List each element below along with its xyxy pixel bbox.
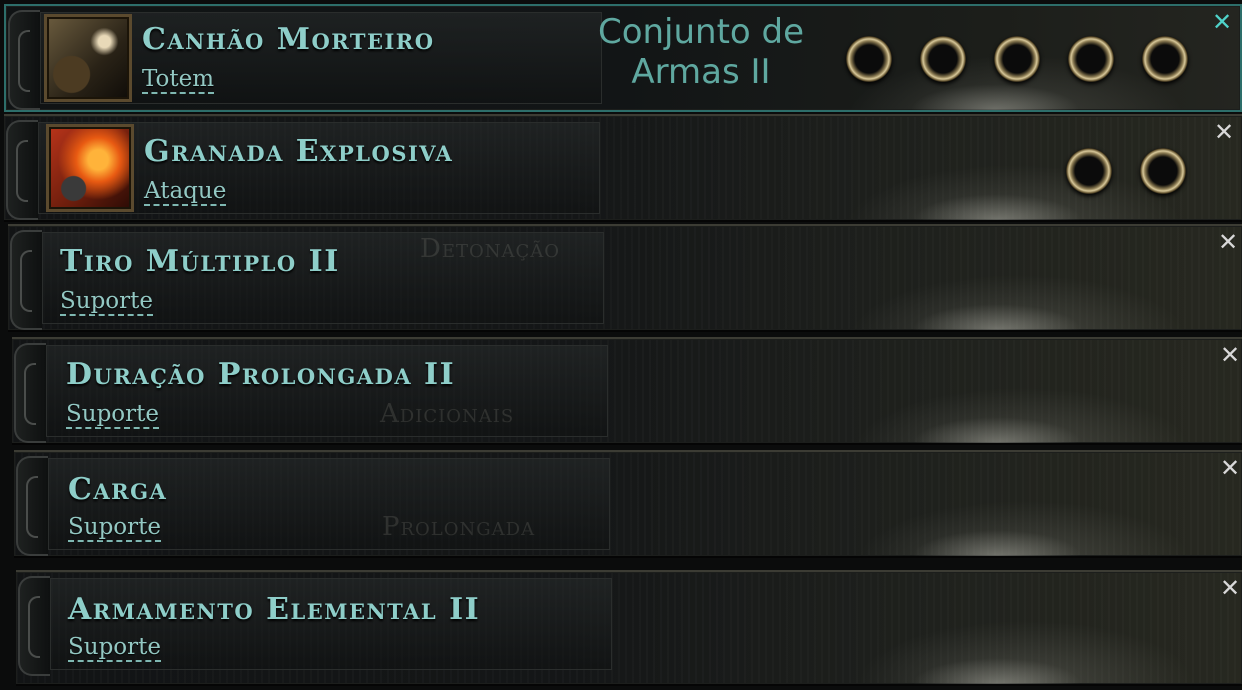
remove-gem-close-icon[interactable]: ✕ bbox=[1210, 118, 1238, 146]
row-bracket-ornament bbox=[10, 230, 42, 330]
gem-type-link[interactable]: Suporte bbox=[68, 514, 161, 542]
gem-title: Tiro Múltiplo II bbox=[60, 244, 340, 279]
row-bracket-ornament bbox=[18, 576, 50, 676]
explosive-grenade-icon[interactable] bbox=[46, 124, 134, 212]
weapon-set-line2: Armas II bbox=[631, 52, 771, 92]
row-bracket-ornament bbox=[8, 10, 40, 110]
gem-title: Granada Explosiva bbox=[144, 134, 454, 169]
remove-gem-close-icon[interactable]: ✕ bbox=[1216, 454, 1242, 482]
gem-type-link[interactable]: Suporte bbox=[68, 634, 161, 662]
gem-title: Canhão Morteiro bbox=[142, 22, 435, 57]
underlying-text: Prolongada bbox=[382, 512, 536, 542]
remove-gem-close-icon[interactable]: ✕ bbox=[1216, 341, 1242, 369]
socket-slot[interactable] bbox=[994, 36, 1040, 82]
weapon-set-line1: Conjunto de bbox=[597, 12, 805, 52]
gem-type-link[interactable]: Suporte bbox=[66, 401, 159, 429]
gem-row-charge[interactable]: Prolongada Carga Suporte ✕ bbox=[14, 450, 1242, 558]
socket-slot[interactable] bbox=[1142, 36, 1188, 82]
socket-slot[interactable] bbox=[1066, 148, 1112, 194]
row-bracket-ornament bbox=[14, 343, 46, 443]
weapon-set-label: Conjunto de Armas II bbox=[576, 12, 826, 92]
socket-slot[interactable] bbox=[1140, 148, 1186, 194]
gem-row-mortar-cannon[interactable]: Canhão Morteiro Totem Conjunto de Armas … bbox=[4, 4, 1242, 112]
underlying-text: Detonação bbox=[420, 234, 561, 264]
remove-gem-close-icon[interactable]: ✕ bbox=[1208, 8, 1236, 36]
row-bracket-ornament bbox=[16, 456, 48, 556]
remove-gem-close-icon[interactable]: ✕ bbox=[1214, 228, 1242, 256]
gem-type-link[interactable]: Suporte bbox=[60, 288, 153, 316]
gem-type-link[interactable]: Totem bbox=[142, 66, 215, 94]
gem-title: Carga bbox=[68, 472, 168, 507]
gem-row-elemental-armament[interactable]: Armamento Elemental II Suporte ✕ bbox=[16, 570, 1242, 686]
socket-slot[interactable] bbox=[1068, 36, 1114, 82]
mortar-cannon-icon[interactable] bbox=[44, 14, 132, 102]
gem-title: Armamento Elemental II bbox=[68, 592, 481, 627]
underlying-text: Adicionais bbox=[380, 399, 515, 429]
gem-row-prolonged-duration[interactable]: Adicionais Duração Prolongada II Suporte… bbox=[12, 337, 1242, 445]
gem-row-explosive-grenade[interactable]: Granada Explosiva Ataque ✕ bbox=[4, 114, 1242, 222]
row-bracket-ornament bbox=[6, 120, 38, 220]
gem-title: Duração Prolongada II bbox=[66, 357, 456, 392]
socket-slot[interactable] bbox=[920, 36, 966, 82]
gem-type-link[interactable]: Ataque bbox=[144, 178, 227, 206]
remove-gem-close-icon[interactable]: ✕ bbox=[1216, 574, 1242, 602]
gem-row-multiple-shot[interactable]: Detonação Tiro Múltiplo II Suporte ✕ bbox=[8, 224, 1242, 332]
socket-slot[interactable] bbox=[846, 36, 892, 82]
